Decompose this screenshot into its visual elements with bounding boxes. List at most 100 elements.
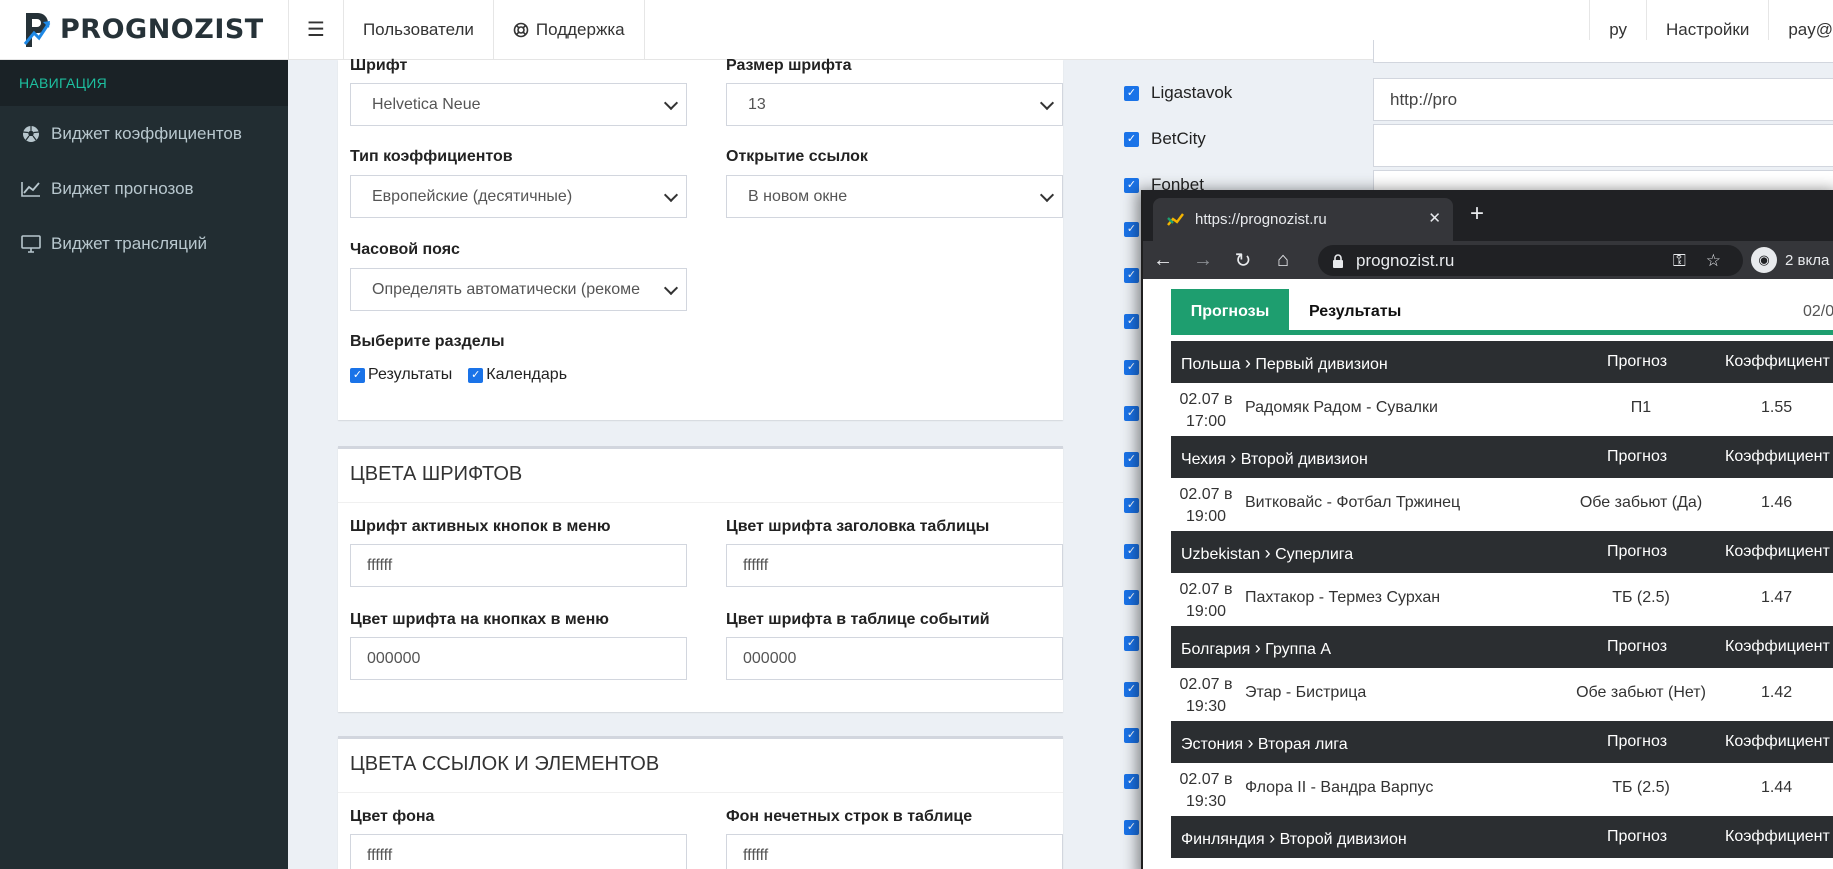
- event-odds[interactable]: 1.44: [1761, 779, 1792, 797]
- new-tab-plus-icon[interactable]: +: [1470, 200, 1484, 228]
- events-table-font-label: Цвет шрифта в таблице событий: [726, 611, 990, 628]
- league-header-row[interactable]: Польша › Первый дивизион Прогноз Коэффицие…: [1171, 341, 1833, 383]
- event-row[interactable]: 02.07 в 19:00 Пахтакор - Термез Сурхан ТБ (…: [1171, 573, 1833, 626]
- section-results-checkbox[interactable]: ✓ Результаты: [350, 366, 452, 384]
- background-color-input[interactable]: ffffff: [350, 834, 687, 869]
- checkbox-checked-icon[interactable]: ✓: [1124, 544, 1139, 559]
- widget-preview: Прогнозы Результаты 02/07 Польша › Первы…: [1143, 279, 1833, 869]
- checkbox-checked-icon[interactable]: ✓: [468, 367, 484, 383]
- address-bar[interactable]: prognozist.ru ⚿ ☆: [1318, 245, 1743, 276]
- logo[interactable]: PROGNOZIST: [0, 0, 288, 59]
- checkbox-checked-icon[interactable]: ✓: [1124, 682, 1139, 697]
- logo-mark-icon: [23, 12, 51, 47]
- back-arrow-icon[interactable]: ←: [1143, 249, 1183, 272]
- checkbox-checked-icon[interactable]: ✓: [1124, 314, 1139, 329]
- odd-rows-bg-input[interactable]: ffffff: [726, 834, 1063, 869]
- odds-type-select[interactable]: Европейские (десятичные): [350, 175, 687, 218]
- checkbox-checked-icon[interactable]: ✓: [1124, 590, 1139, 605]
- event-odds[interactable]: 1.55: [1761, 399, 1792, 417]
- event-time: 02.07 в 19:00: [1179, 484, 1233, 528]
- checkbox-checked-icon[interactable]: ✓: [1124, 131, 1139, 147]
- reload-icon[interactable]: ↻: [1223, 248, 1263, 273]
- incognito-indicator[interactable]: ◉ 2 вкла: [1751, 247, 1829, 273]
- input-value: ffffff: [367, 846, 393, 864]
- event-row[interactable]: 02.07 в 19:30 Флора II - Вандра Варпус ТБ (…: [1171, 763, 1833, 816]
- menu-toggle-button[interactable]: ☰: [288, 0, 343, 59]
- event-forecast: ТБ (2.5): [1612, 779, 1670, 796]
- sidebar-item-broadcast-widget[interactable]: Виджет трансляций: [0, 216, 288, 271]
- sidebar-item-forecast-widget[interactable]: Виджет прогнозов: [0, 161, 288, 216]
- league-country: Польша: [1181, 356, 1241, 373]
- checkbox-checked-icon[interactable]: ✓: [1124, 406, 1139, 421]
- support-menu-link[interactable]: Поддержка: [492, 0, 645, 59]
- menu-buttons-font-input[interactable]: 000000: [350, 637, 687, 680]
- event-odds[interactable]: 1.42: [1761, 684, 1792, 702]
- event-match[interactable]: Флора II - Вандра Варпус: [1245, 779, 1433, 797]
- column-forecast-header: Прогноз: [1607, 448, 1668, 465]
- link-colors-panel: ЦВЕТА ССЫЛОК И ЭЛЕМЕНТОВ Цвет фона fffff…: [338, 736, 1063, 869]
- input-value: 000000: [367, 649, 421, 667]
- checkbox-checked-icon[interactable]: ✓: [1124, 222, 1139, 237]
- browser-tab[interactable]: https://prognozist.ru ✕: [1153, 198, 1453, 241]
- league-header-row[interactable]: Эстония › Вторая лига Прогноз Коэффициент: [1171, 721, 1833, 763]
- column-odds-header: Коэффициент: [1725, 638, 1830, 655]
- event-hour: 19:30: [1185, 793, 1227, 810]
- bookmaker-url-input[interactable]: http://pro: [1373, 78, 1833, 121]
- checkbox-checked-icon[interactable]: ✓: [1124, 774, 1139, 789]
- input-value: http://pro: [1390, 89, 1458, 109]
- browser-toolbar: ← → ↻ ⌂ prognozist.ru ⚿ ☆ ◉ 2 вкла: [1143, 241, 1833, 279]
- column-odds-header: Коэффициент: [1725, 733, 1830, 750]
- checkbox-checked-icon[interactable]: ✓: [1124, 452, 1139, 467]
- event-row[interactable]: 02.07 в 17:00 Радомяк Радом - Сувалки П1 1.5…: [1171, 383, 1833, 436]
- font-size-select[interactable]: 13: [726, 83, 1063, 126]
- league-header-row[interactable]: Болгария › Группа А Прогноз Коэффициент: [1171, 626, 1833, 668]
- forward-arrow-icon[interactable]: →: [1183, 249, 1223, 272]
- league-header-row[interactable]: Uzbekistan › Суперлига Прогноз Коэффициент: [1171, 531, 1833, 573]
- bookmaker-url-input[interactable]: [1373, 40, 1833, 63]
- sidebar-item-odds-widget[interactable]: Виджет коэффициентов: [0, 106, 288, 161]
- checkbox-checked-icon[interactable]: ✓: [1124, 268, 1139, 283]
- column-odds-header: Коэффициент: [1725, 543, 1830, 560]
- checkbox-checked-icon[interactable]: ✓: [1124, 728, 1139, 743]
- event-match[interactable]: Радомяк Радом - Сувалки: [1245, 399, 1438, 417]
- table-header-font-input[interactable]: ffffff: [726, 544, 1063, 587]
- font-select[interactable]: Helvetica Neue: [350, 83, 687, 126]
- home-icon[interactable]: ⌂: [1263, 249, 1303, 272]
- checkbox-checked-icon[interactable]: ✓: [1124, 360, 1139, 375]
- event-row[interactable]: 02.07 в 19:30 Этар - Бистрица Обе забьют (Н…: [1171, 668, 1833, 721]
- event-row[interactable]: 02.07 в 19:00 Витковайс - Фотбал Тржинец Об…: [1171, 478, 1833, 531]
- checkbox-checked-icon[interactable]: ✓: [1124, 85, 1139, 101]
- checkbox-checked-icon[interactable]: ✓: [1124, 820, 1139, 835]
- league-header-row[interactable]: Чехия › Второй дивизион Прогноз Коэффициен…: [1171, 436, 1833, 478]
- font-size-select-value: 13: [748, 95, 766, 113]
- chevron-down-icon: [1039, 187, 1055, 203]
- event-match[interactable]: Витковайс - Фотбал Тржинец: [1245, 494, 1460, 512]
- event-match[interactable]: Пахтакор - Термез Сурхан: [1245, 589, 1440, 607]
- timezone-select[interactable]: Определять автоматически (рекоме: [350, 268, 687, 311]
- widget-date[interactable]: 02/07: [1803, 289, 1833, 335]
- section-calendar-checkbox[interactable]: ✓ Календарь: [468, 366, 567, 384]
- checkbox-checked-icon[interactable]: ✓: [1124, 498, 1139, 513]
- links-open-select[interactable]: В новом окне: [726, 175, 1063, 218]
- event-odds[interactable]: 1.46: [1761, 494, 1792, 512]
- links-open-label: Открытие ссылок: [726, 148, 868, 165]
- event-hour: 19:00: [1185, 603, 1227, 620]
- checkbox-checked-icon[interactable]: ✓: [1124, 177, 1139, 193]
- chevron-down-icon: [663, 187, 679, 203]
- tab-forecasts[interactable]: Прогнозы: [1171, 289, 1289, 335]
- close-icon[interactable]: ✕: [1428, 209, 1441, 227]
- events-table-font-input[interactable]: 000000: [726, 637, 1063, 680]
- key-icon[interactable]: ⚿: [1673, 251, 1686, 271]
- users-menu-link[interactable]: Пользователи: [342, 0, 493, 59]
- active-menu-font-input[interactable]: ffffff: [350, 544, 687, 587]
- tab-results[interactable]: Результаты: [1309, 289, 1401, 335]
- event-odds[interactable]: 1.47: [1761, 589, 1792, 607]
- active-menu-font-label: Шрифт активных кнопок в меню: [350, 518, 611, 535]
- checkbox-checked-icon[interactable]: ✓: [350, 367, 365, 383]
- league-header-row[interactable]: Финляндия › Второй дивизион Прогноз Коэффи…: [1171, 816, 1833, 858]
- event-match[interactable]: Этар - Бистрица: [1245, 684, 1366, 702]
- bookmaker-url-input[interactable]: [1373, 124, 1833, 167]
- checkbox-checked-icon[interactable]: ✓: [1124, 636, 1139, 651]
- star-icon[interactable]: ☆: [1706, 251, 1721, 271]
- sidebar: НАВИГАЦИЯ Виджет коэффициентов Виджет пр…: [0, 60, 288, 869]
